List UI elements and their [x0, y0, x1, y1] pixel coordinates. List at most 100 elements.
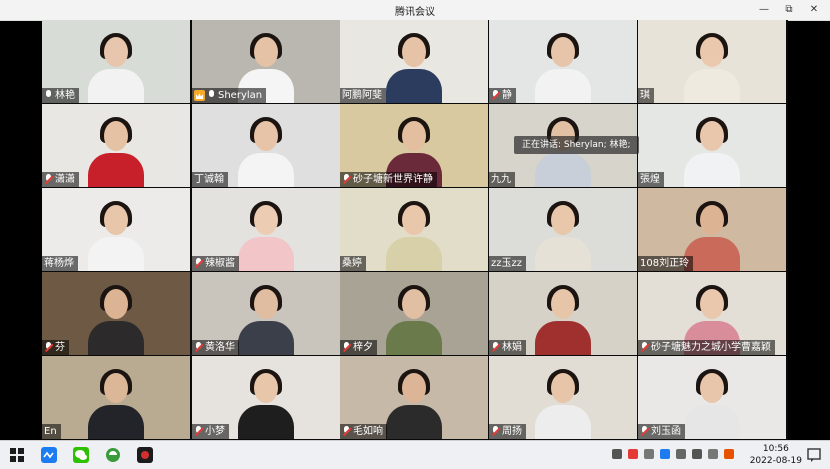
participant-name-label: En	[42, 424, 61, 439]
participant-video	[88, 33, 144, 103]
participant-tile[interactable]: 静	[489, 20, 637, 103]
person-body	[386, 237, 442, 271]
participant-video	[535, 33, 591, 103]
participant-name: 林娟	[502, 342, 522, 353]
participant-tile[interactable]: 黄洛华	[192, 272, 340, 355]
participant-tile[interactable]: En	[42, 356, 190, 439]
person-head	[254, 37, 278, 67]
person-body	[684, 69, 740, 103]
participant-tile[interactable]: 張煌	[638, 104, 786, 187]
person-body	[386, 69, 442, 103]
participant-name: 阿鹏阿斐	[342, 90, 382, 101]
participant-video	[535, 369, 591, 439]
participant-name-label: 林娟	[489, 340, 526, 355]
participant-tile[interactable]: 梓夕	[340, 272, 488, 355]
participant-video	[535, 201, 591, 271]
participant-tile[interactable]: 潇潇	[42, 104, 190, 187]
participant-tile[interactable]: 毛如响	[340, 356, 488, 439]
volume-icon[interactable]	[692, 449, 702, 459]
participant-tile[interactable]: Sherylan	[192, 20, 340, 103]
clock[interactable]: 10:56 2022-08-19	[750, 443, 802, 467]
person-head	[104, 205, 128, 235]
input-method-icon[interactable]	[724, 449, 734, 459]
person-body	[535, 69, 591, 103]
network-icon[interactable]	[676, 449, 686, 459]
person-head	[254, 121, 278, 151]
participant-name-label: 辣椒酱	[192, 256, 239, 271]
participant-video	[386, 33, 442, 103]
participant-name: 琪	[640, 90, 650, 101]
participant-tile[interactable]: 辣椒酱	[192, 188, 340, 271]
media-app-taskbar-icon[interactable]	[136, 446, 154, 464]
participant-name-label: 芬	[42, 340, 69, 355]
participant-tile[interactable]: 桑婷	[340, 188, 488, 271]
participant-name-label: 静	[489, 88, 516, 103]
participant-tile[interactable]: 108刘正玲	[638, 188, 786, 271]
mic-icon	[207, 90, 216, 101]
participant-tile[interactable]: 琪	[638, 20, 786, 103]
person-head	[104, 37, 128, 67]
person-head	[402, 373, 426, 403]
person-head	[551, 373, 575, 403]
participant-tile[interactable]: 砂子塘新世界许静	[340, 104, 488, 187]
participant-name: 九九	[491, 174, 511, 185]
participant-name-label: 砂子塘新世界许静	[340, 172, 437, 187]
participant-tile[interactable]: 芬	[42, 272, 190, 355]
notification-icon[interactable]	[806, 447, 824, 465]
mic-muted-icon	[194, 342, 203, 353]
person-body	[238, 237, 294, 271]
clock-time: 10:56	[762, 444, 789, 454]
participant-name: 静	[502, 90, 512, 101]
minimize-button[interactable]: —	[755, 2, 773, 18]
participant-tile[interactable]: 丁诚翰	[192, 104, 340, 187]
participant-video	[88, 117, 144, 187]
participant-tile[interactable]: 小梦	[192, 356, 340, 439]
tray-icon-2[interactable]	[628, 449, 638, 459]
mic-muted-icon	[44, 174, 53, 185]
participant-video	[386, 285, 442, 355]
person-head	[700, 289, 724, 319]
participant-video	[684, 369, 740, 439]
mic-muted-icon	[44, 342, 53, 353]
participant-name: 小梦	[205, 426, 225, 437]
participant-video	[88, 285, 144, 355]
window-title: 腾讯会议	[395, 7, 435, 18]
person-head	[104, 289, 128, 319]
battery-icon[interactable]	[708, 449, 718, 459]
tray-icon-3[interactable]	[644, 449, 654, 459]
participant-video	[238, 201, 294, 271]
person-head	[700, 205, 724, 235]
person-head	[402, 37, 426, 67]
participant-name-label: 九九	[489, 172, 515, 187]
participant-name: En	[44, 426, 57, 437]
participant-name-label: 刘玉函	[638, 424, 685, 439]
participant-name-label: 潇潇	[42, 172, 79, 187]
participant-tile[interactable]: 砂子塘魅力之城小学曹嘉颖	[638, 272, 786, 355]
participant-tile[interactable]: 刘玉函	[638, 356, 786, 439]
tray-icon-4[interactable]	[660, 449, 670, 459]
close-button[interactable]: ✕	[805, 2, 823, 18]
participant-name-label: 小梦	[192, 424, 229, 439]
participant-tile[interactable]: 林艳	[42, 20, 190, 103]
tencent-meeting-taskbar-icon[interactable]	[40, 446, 58, 464]
participant-name: Sherylan	[218, 90, 263, 101]
participant-name: 潇潇	[55, 174, 75, 185]
tray-icon-1[interactable]	[612, 449, 622, 459]
participant-video	[238, 285, 294, 355]
wechat-taskbar-icon[interactable]	[72, 446, 90, 464]
participant-name-label: zz玉zz	[489, 256, 526, 271]
person-body	[88, 321, 144, 355]
windows-start-icon[interactable]	[8, 446, 26, 464]
person-head	[254, 373, 278, 403]
person-head	[402, 205, 426, 235]
browser-taskbar-icon[interactable]	[104, 446, 122, 464]
person-head	[700, 121, 724, 151]
speaking-indicator: 正在讲话: Sherylan; 林艳;	[514, 136, 639, 154]
participant-tile[interactable]: 蒋杨烨	[42, 188, 190, 271]
restore-button[interactable]: ⧉	[780, 2, 798, 18]
participant-tile[interactable]: 周扬	[489, 356, 637, 439]
participant-video	[238, 117, 294, 187]
participant-tile[interactable]: zz玉zz	[489, 188, 637, 271]
participant-tile[interactable]: 阿鹏阿斐	[340, 20, 488, 103]
participant-tile[interactable]: 林娟	[489, 272, 637, 355]
